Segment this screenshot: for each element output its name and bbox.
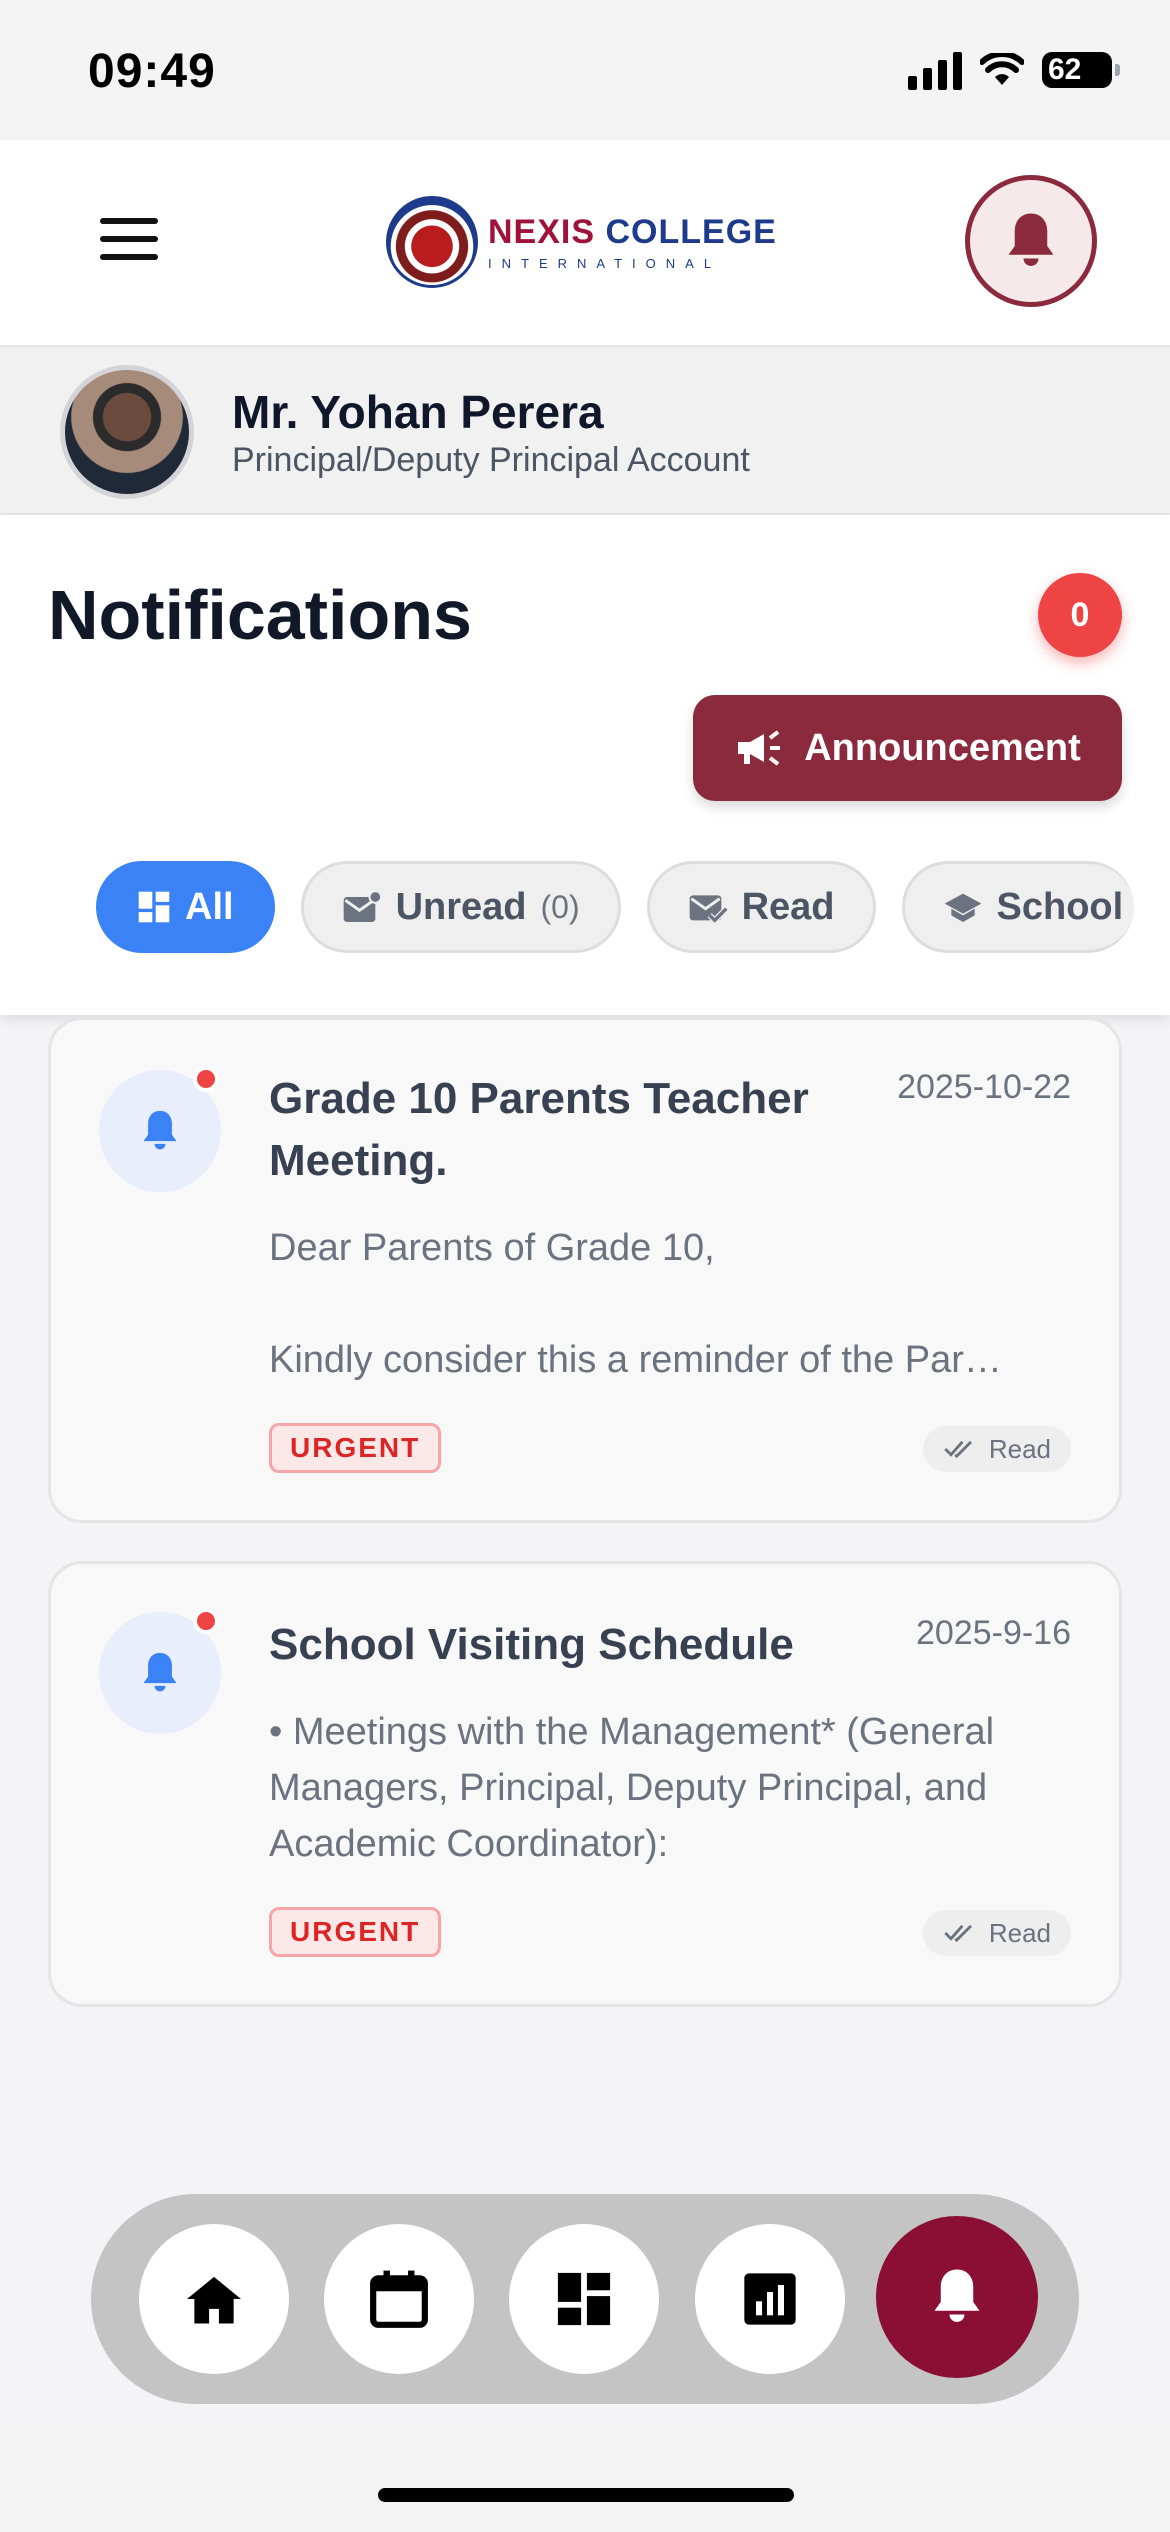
filter-tabs: All Unread (0) Read School — [96, 861, 1134, 953]
notification-date: 2025-10-22 — [897, 1068, 1071, 1106]
logo-sub: INTERNATIONAL — [488, 256, 722, 271]
battery-level: 62 — [1048, 53, 1082, 86]
calendar-icon — [370, 2270, 428, 2328]
analytics-icon — [744, 2273, 796, 2325]
avatar[interactable] — [60, 365, 194, 499]
unread-dot — [193, 1608, 219, 1634]
notification-title: Grade 10 Parents Teacher Meeting. — [269, 1074, 809, 1185]
nav-calendar-button[interactable] — [324, 2224, 474, 2374]
tab-unread[interactable]: Unread (0) — [300, 861, 621, 953]
dashboard-icon — [138, 891, 170, 923]
notification-count-badge: 0 — [1038, 573, 1122, 657]
nav-analytics-button[interactable] — [695, 2224, 845, 2374]
tab-read-label: Read — [741, 885, 835, 928]
notifications-panel: Notifications 0 Announcement All Unread — [0, 515, 1170, 1015]
unread-dot — [193, 1066, 219, 1092]
notification-card[interactable]: School Visiting Schedule 2025-9-16 • Mee… — [48, 1561, 1122, 2007]
read-status: Read — [922, 1910, 1071, 1956]
mark-email-read-icon — [689, 895, 728, 924]
notification-card[interactable]: Grade 10 Parents Teacher Meeting. 2025-1… — [48, 1017, 1122, 1523]
bottom-safe-area — [0, 2428, 1170, 2532]
notification-title: School Visiting Schedule — [269, 1620, 794, 1669]
home-indicator[interactable] — [378, 2488, 794, 2502]
read-status-label: Read — [988, 1917, 1051, 1948]
announcement-label: Announcement — [804, 726, 1081, 769]
notification-body: Dear Parents of Grade 10, Kindly conside… — [269, 1227, 1002, 1381]
notification-body: • Meetings with the Management* (General… — [269, 1711, 995, 1865]
battery-icon: 62 — [1042, 52, 1120, 88]
tab-school[interactable]: School — [901, 861, 1134, 953]
college-logo: NEXIS COLLEGE INTERNATIONAL — [386, 196, 777, 288]
mail-unread-icon — [343, 890, 382, 922]
notification-date: 2025-9-16 — [915, 1614, 1071, 1652]
urgent-badge: URGENT — [269, 1907, 442, 1957]
school-icon — [944, 893, 981, 922]
tab-all[interactable]: All — [96, 861, 275, 953]
announcement-button[interactable]: Announcement — [693, 695, 1122, 801]
tab-school-label: School — [996, 885, 1124, 928]
double-check-icon — [944, 1440, 972, 1459]
notifications-bell-button[interactable] — [965, 175, 1097, 307]
tab-read[interactable]: Read — [646, 861, 876, 953]
nav-dashboard-button[interactable] — [509, 2224, 659, 2374]
status-bar: 09:49 62 — [0, 0, 1170, 140]
page-title: Notifications — [48, 576, 472, 654]
megaphone-icon — [738, 730, 781, 766]
hamburger-menu-icon[interactable] — [100, 218, 158, 262]
tab-unread-count: (0) — [540, 888, 580, 925]
dashboard-icon — [557, 2272, 611, 2326]
home-icon — [187, 2276, 241, 2324]
app-header: NEXIS COLLEGE INTERNATIONAL — [0, 140, 1170, 345]
bell-icon — [143, 1652, 177, 1692]
wifi-icon — [980, 53, 1024, 85]
urgent-badge: URGENT — [269, 1423, 442, 1473]
user-strip: Mr. Yohan Perera Principal/Deputy Princi… — [0, 345, 1170, 515]
bell-icon — [1008, 213, 1054, 266]
bell-icon — [934, 2269, 980, 2322]
status-icons: 62 — [908, 50, 1120, 90]
status-time: 09:49 — [88, 45, 216, 98]
user-name: Mr. Yohan Perera — [232, 386, 604, 438]
read-status: Read — [922, 1426, 1071, 1472]
signal-icon — [908, 50, 962, 90]
college-emblem-icon — [386, 196, 478, 288]
user-role: Principal/Deputy Principal Account — [232, 441, 750, 479]
double-check-icon — [944, 1924, 972, 1943]
nav-notifications-button[interactable] — [876, 2216, 1038, 2378]
bottom-nav — [91, 2194, 1079, 2404]
tab-unread-label: Unread — [395, 885, 527, 928]
nav-home-button[interactable] — [139, 2224, 289, 2374]
read-status-label: Read — [988, 1433, 1051, 1464]
logo-name: NEXIS COLLEGE — [488, 213, 777, 251]
bell-icon — [143, 1110, 177, 1150]
tab-all-label: All — [185, 885, 234, 928]
